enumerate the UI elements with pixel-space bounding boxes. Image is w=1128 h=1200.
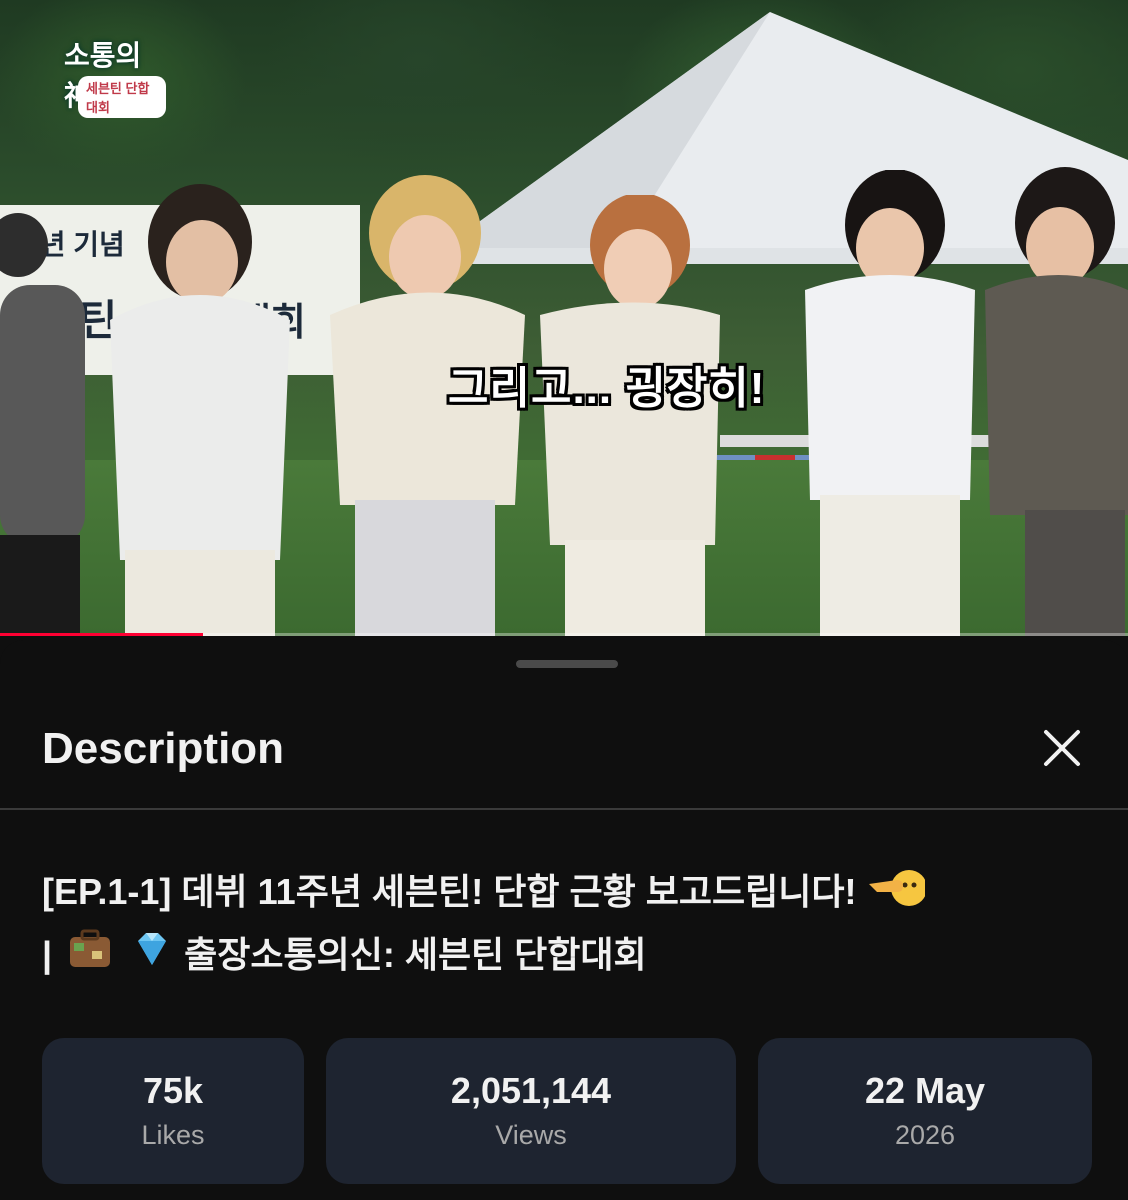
- views-count: 2,051,144: [450, 1070, 612, 1111]
- video-title-line2: 출장소통의신: 세븐틴 단합대회: [184, 934, 647, 975]
- suitcase-emoji: [62, 927, 120, 988]
- views-label: Views: [495, 1120, 567, 1150]
- logo-subtitle: 세븐틴 단합대회: [78, 76, 166, 118]
- person-grey-henley: [985, 167, 1128, 636]
- drag-handle[interactable]: [516, 660, 618, 668]
- views-stat: 2,051,144 Views: [326, 1038, 736, 1184]
- channel-logo: 소통의神 세븐틴 단합대회: [56, 16, 166, 118]
- divider: [0, 808, 1128, 810]
- video-player[interactable]: 주년 기념 븐틴 대회 소통의神 세븐틴 단합대회: [0, 0, 1128, 636]
- close-button[interactable]: [1034, 720, 1090, 776]
- likes-stat[interactable]: 75k Likes: [42, 1038, 304, 1184]
- progress-bar-fill: [0, 633, 204, 636]
- sheet-title: Description: [42, 724, 285, 773]
- video-title: [EP.1-1] 데뷔 11주년 세븐틴! 단합 근황 보고드립니다! | 출장…: [42, 862, 1102, 988]
- pointing-hand-emoji: [867, 864, 927, 925]
- person-white-hoodie: [805, 170, 975, 636]
- description-sheet: Description [EP.1-1] 데뷔 11주년 세븐틴! 단합 근황 …: [0, 640, 1128, 1200]
- gem-emoji: [130, 927, 174, 988]
- video-title-line1: [EP.1-1] 데뷔 11주년 세븐틴! 단합 근황 보고드립니다!: [42, 871, 857, 912]
- close-icon: [1044, 730, 1080, 766]
- likes-label: Likes: [141, 1120, 205, 1150]
- progress-bar[interactable]: [0, 633, 1128, 636]
- video-title-line2-prefix: |: [42, 934, 63, 975]
- person-white-jacket: [110, 184, 290, 636]
- likes-count: 75k: [142, 1070, 204, 1111]
- video-subtitle: 그리고... 굉장히!: [448, 364, 766, 413]
- date-stat: 22 May 2026: [758, 1038, 1092, 1184]
- person-left-edge: [0, 213, 85, 636]
- publish-date: 22 May: [864, 1070, 986, 1111]
- publish-year: 2026: [894, 1120, 956, 1150]
